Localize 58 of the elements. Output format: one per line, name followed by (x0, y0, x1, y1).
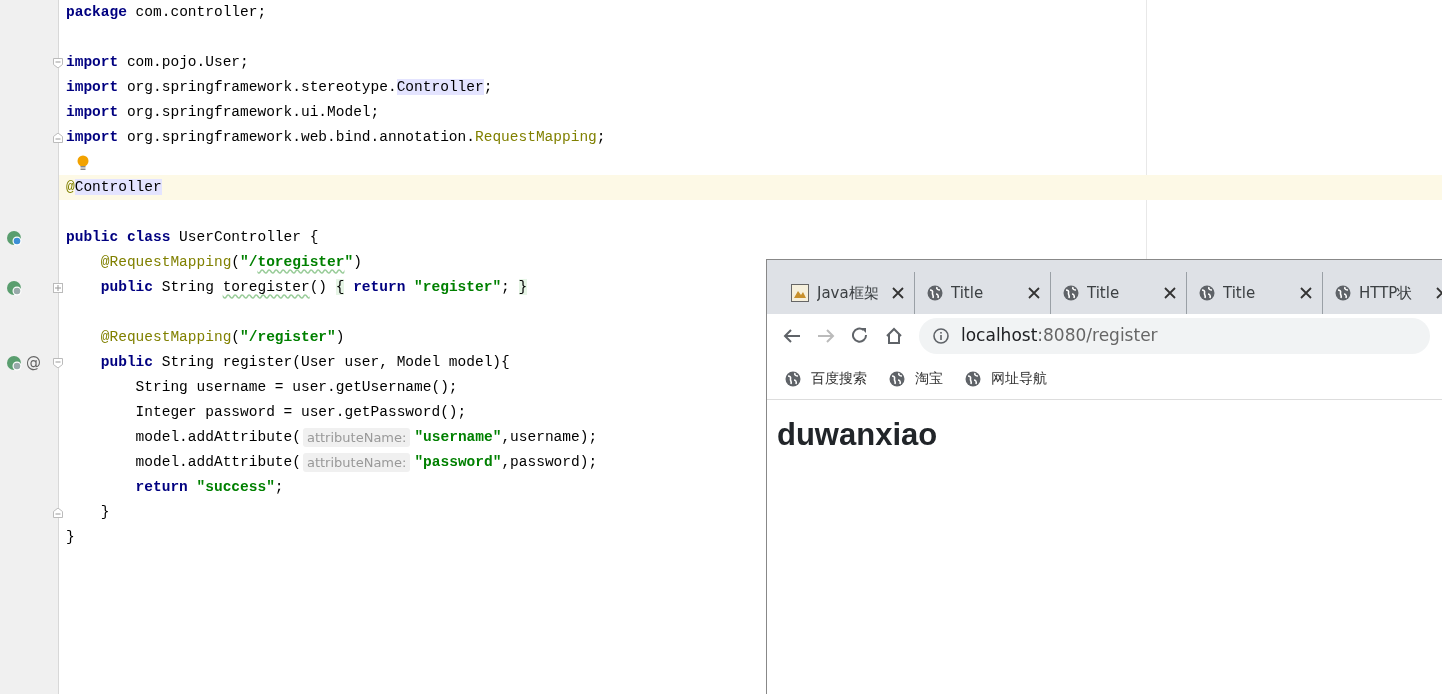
close-icon[interactable] (1028, 287, 1040, 299)
code-text: package com.controller; (66, 2, 267, 22)
browser-tab[interactable]: Title (1051, 272, 1187, 314)
globe-icon (785, 370, 801, 387)
code-text: import org.springframework.ui.Model; (66, 102, 380, 122)
globe-icon (889, 370, 905, 387)
code-text: import com.pojo.User; (66, 52, 249, 72)
code-text: @Controller (66, 177, 162, 197)
class-marker-icon[interactable] (6, 229, 22, 246)
parameter-hint: attributeName: (302, 427, 411, 448)
fold-collapse-icon[interactable] (53, 57, 63, 68)
home-icon[interactable] (885, 327, 903, 345)
bookmark[interactable]: 百度搜索 (785, 368, 867, 389)
browser-tab[interactable]: HTTP状 (1323, 272, 1442, 314)
code-text: model.addAttribute( (134, 452, 301, 472)
close-icon[interactable] (892, 287, 904, 299)
code-text: "password",password); (414, 452, 598, 472)
browser-tab[interactable]: Title (1187, 272, 1323, 314)
page-heading: duwanxiao (777, 416, 939, 454)
info-icon[interactable] (933, 328, 949, 344)
close-icon[interactable] (1300, 287, 1312, 299)
code-text: import org.springframework.stereotype.Controller; (66, 77, 493, 97)
method-marker-icon[interactable] (6, 354, 22, 371)
code-text: @RequestMapping("/toregister") (99, 252, 362, 272)
globe-icon (1063, 285, 1079, 301)
code-text: return "success"; (134, 477, 284, 497)
code-text: Integer password = user.getPassword(); (134, 402, 467, 422)
code-text: public class UserController { (66, 227, 319, 247)
bookmark[interactable]: 淘宝 (889, 368, 943, 389)
fold-collapse-icon[interactable] (53, 507, 63, 518)
code-text: @RequestMapping("/register") (99, 327, 345, 347)
address-bar[interactable]: localhost:8080/register (919, 318, 1430, 354)
image-icon (791, 284, 809, 302)
bookmark[interactable]: 网址导航 (965, 368, 1047, 389)
method-marker-icon[interactable] (6, 279, 22, 296)
browser-tab[interactable]: Java框架 (779, 272, 915, 314)
code-text: model.addAttribute( (134, 427, 301, 447)
code-text: import org.springframework.web.bind.annotation.RequestMapping; (66, 127, 606, 147)
fold-collapse-icon[interactable] (53, 132, 63, 143)
annotation-marker[interactable]: @ (26, 351, 41, 374)
code-text: } (66, 527, 75, 547)
code-text: "username",username); (414, 427, 598, 447)
fold-collapse-icon[interactable] (53, 357, 63, 368)
parameter-hint: attributeName: (302, 452, 411, 473)
code-text: public String toregister() { return "register"; } (99, 277, 528, 297)
code-text: } (99, 502, 110, 522)
back-arrow-icon[interactable] (783, 327, 801, 345)
globe-icon (927, 285, 943, 301)
browser-tab[interactable]: Title (915, 272, 1051, 314)
reload-icon[interactable] (851, 327, 869, 345)
lightbulb-icon[interactable] (76, 154, 90, 171)
fold-expand-icon[interactable] (53, 282, 63, 293)
globe-icon (965, 370, 981, 387)
close-icon[interactable] (1164, 287, 1176, 299)
code-text: public String register(User user, Model model){ (99, 352, 510, 372)
globe-icon (1335, 285, 1351, 301)
globe-icon (1199, 285, 1215, 301)
code-text: String username = user.getUsername(); (134, 377, 458, 397)
